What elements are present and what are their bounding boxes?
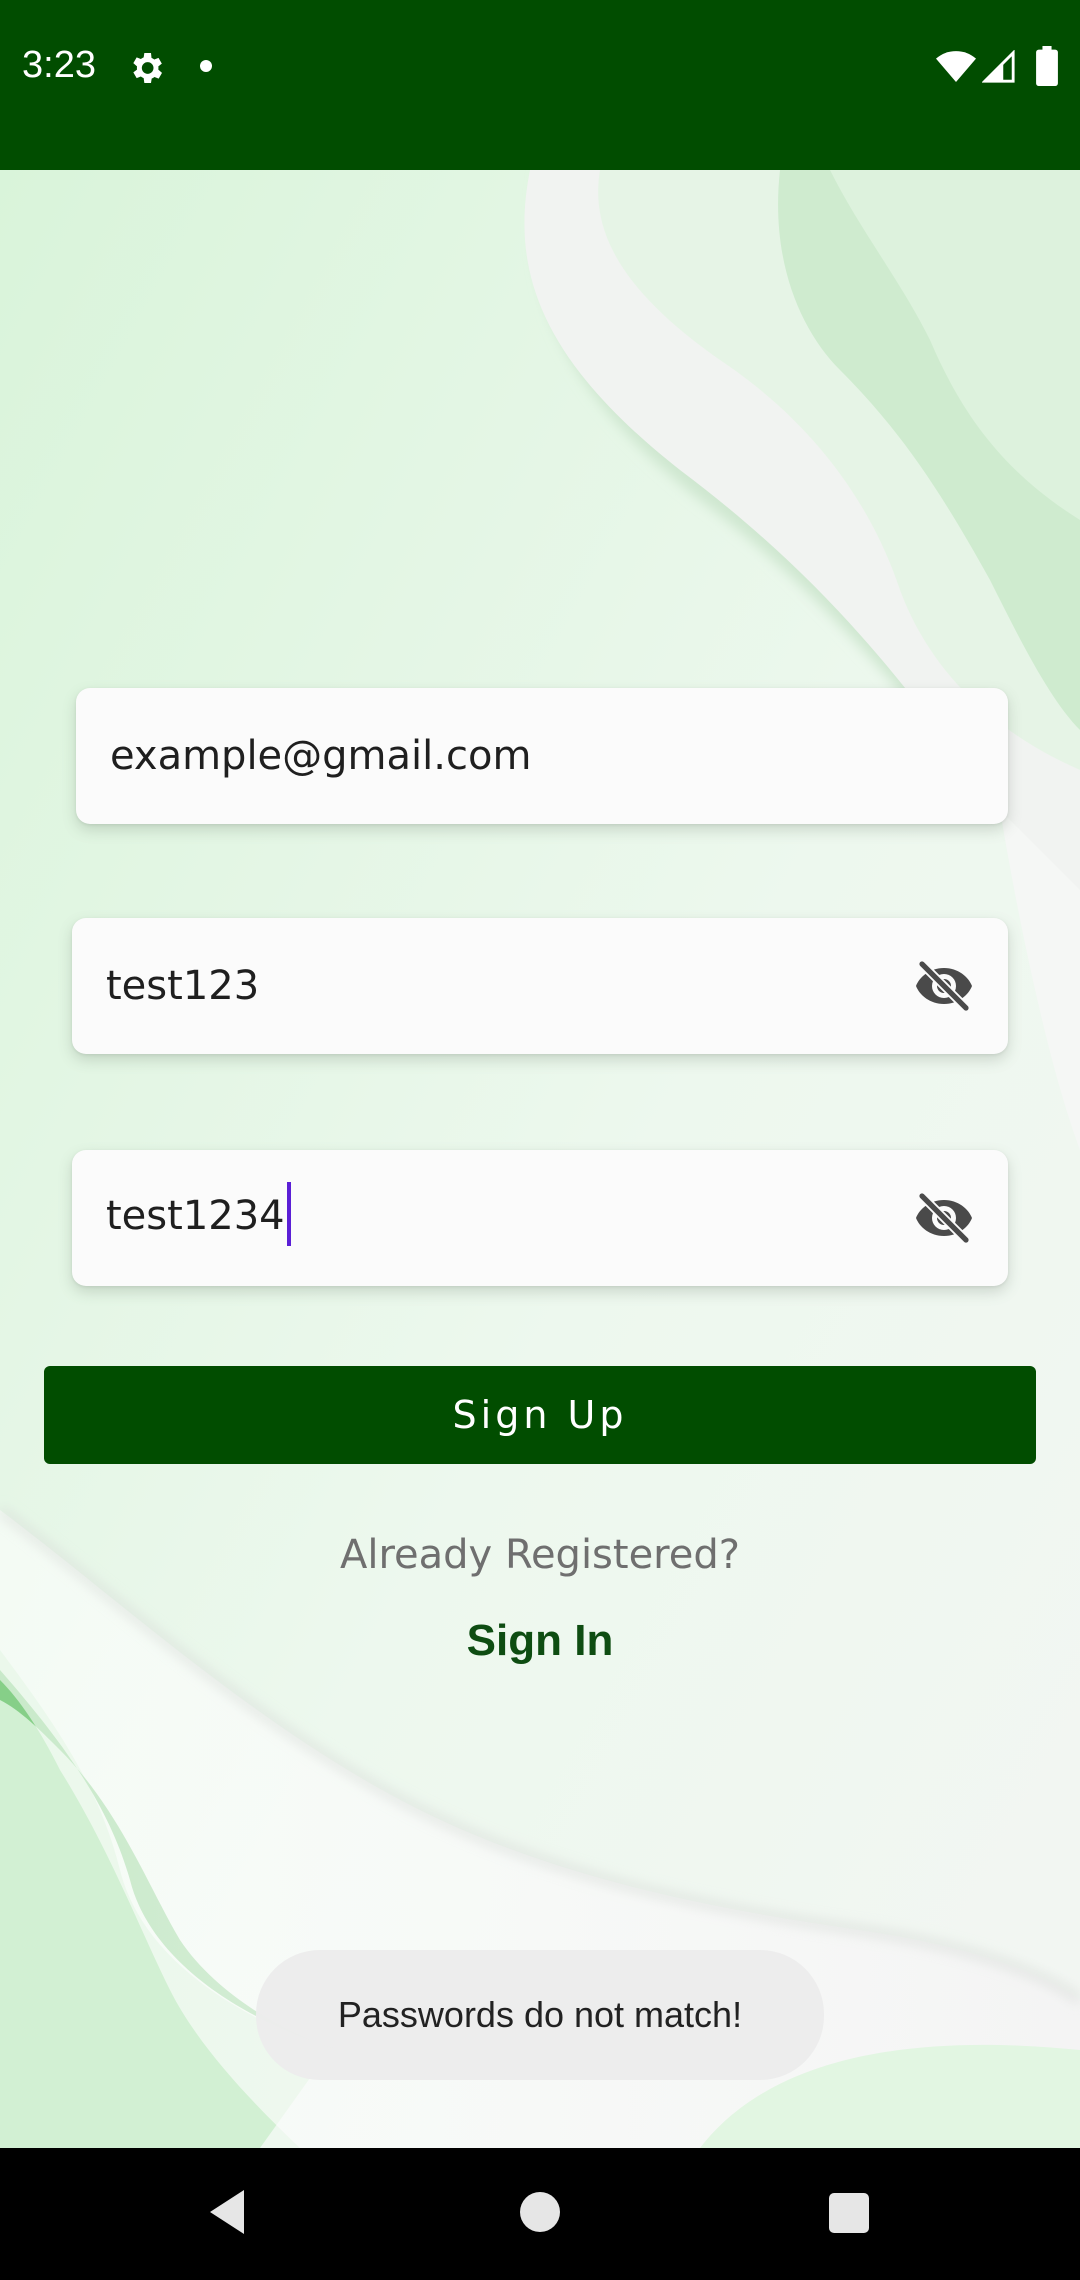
eye-off-icon[interactable] — [914, 1192, 974, 1244]
recents-icon[interactable] — [829, 2193, 869, 2233]
navigation-bar — [0, 2148, 1080, 2280]
email-value: example@gmail.com — [110, 733, 532, 779]
battery-icon — [1036, 46, 1058, 86]
already-registered-text: Already Registered? — [340, 1532, 740, 1578]
back-icon[interactable] — [204, 2186, 250, 2238]
signup-button[interactable]: Sign Up — [44, 1366, 1036, 1464]
notification-dot-icon — [200, 60, 212, 72]
wifi-icon — [936, 51, 976, 82]
eye-off-icon[interactable] — [914, 960, 974, 1012]
signin-link[interactable]: Sign In — [0, 1616, 1080, 1666]
text-caret — [286, 1182, 291, 1246]
signup-screen: 3:23 example@gmail.com test123 test1234 — [0, 0, 1080, 2280]
password-field[interactable]: test123 — [72, 918, 1008, 1054]
gear-icon — [133, 53, 162, 83]
status-time: 3:23 — [22, 44, 96, 86]
toast-message: Passwords do not match! — [256, 1950, 824, 2080]
email-field[interactable]: example@gmail.com — [76, 688, 1008, 824]
confirm-password-value: test1234 — [106, 1182, 291, 1250]
signal-icon — [982, 50, 1015, 83]
status-bar: 3:23 — [0, 0, 1080, 170]
password-value: test123 — [106, 963, 260, 1009]
home-icon[interactable] — [520, 2192, 560, 2232]
confirm-password-field[interactable]: test1234 — [72, 1150, 1008, 1286]
